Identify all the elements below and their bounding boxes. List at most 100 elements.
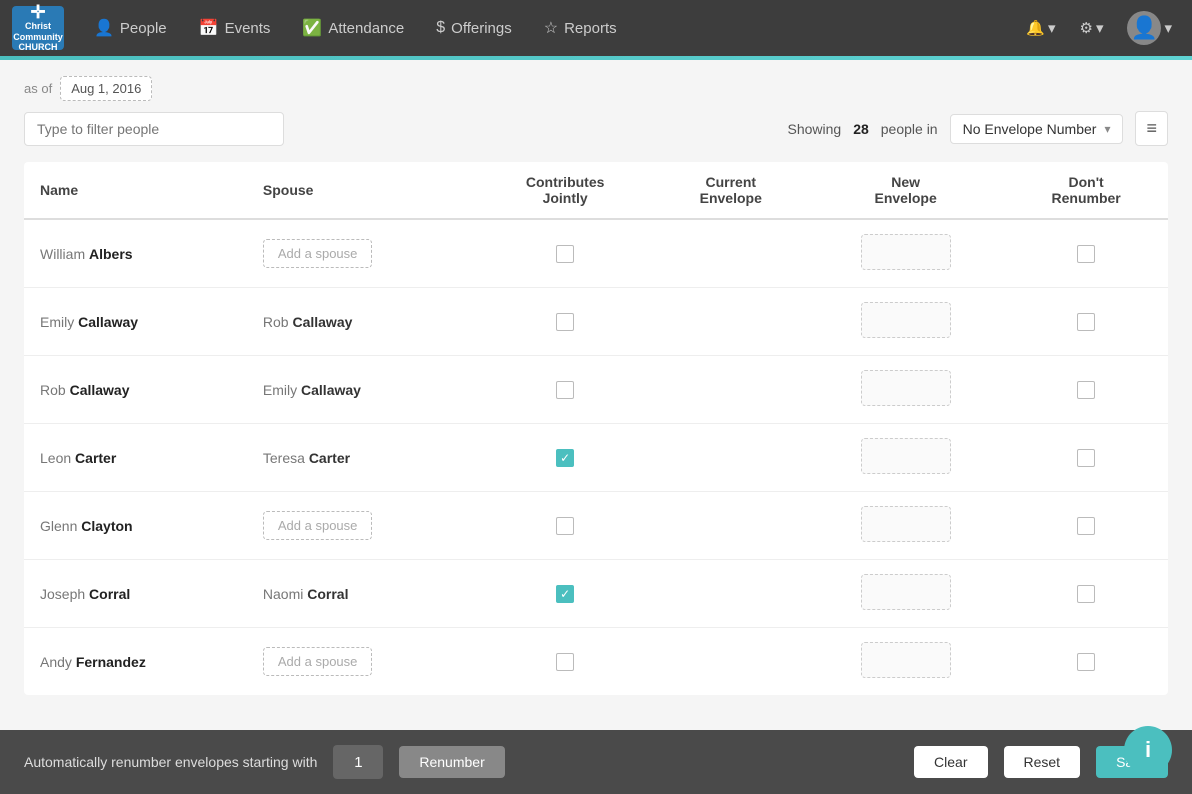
app-logo[interactable]: ✛ ChristCommunityCHURCH <box>12 6 64 50</box>
current-envelope-cell <box>655 288 807 356</box>
current-envelope-cell <box>655 424 807 492</box>
new-envelope-input[interactable] <box>861 506 951 542</box>
main-content: as of Aug 1, 2016 Showing 28 people in N… <box>0 60 1192 794</box>
contributes-jointly-checkbox[interactable] <box>556 449 574 467</box>
menu-icon-button[interactable] <box>1135 111 1168 146</box>
nav-items: 👤 People 📅 Events ✅ Attendance $ Offerin… <box>80 10 1018 46</box>
new-envelope-input[interactable] <box>861 302 951 338</box>
envelope-filter-dropdown[interactable]: No Envelope Number ▾ <box>950 114 1124 144</box>
avatar-caret: ▾ <box>1164 19 1172 37</box>
clear-button[interactable]: Clear <box>914 746 987 778</box>
spouse-cell: Emily Callaway <box>247 356 476 424</box>
person-name-cell: Andy Fernandez <box>24 628 247 696</box>
offerings-icon: $ <box>436 19 445 37</box>
add-spouse-button[interactable]: Add a spouse <box>263 239 373 268</box>
table-header-row: Name Spouse ContributesJointly CurrentEn… <box>24 162 1168 219</box>
starting-number-input[interactable] <box>333 745 383 779</box>
renumber-button[interactable]: Renumber <box>399 746 504 778</box>
dont-renumber-cell <box>1004 628 1168 696</box>
date-row: as of Aug 1, 2016 <box>24 76 1168 101</box>
contributes-jointly-cell <box>476 219 655 288</box>
current-envelope-cell <box>655 356 807 424</box>
dont-renumber-checkbox[interactable] <box>1077 653 1095 671</box>
nav-right: 🔔 ▾ ⚙ ▾ 👤 ▾ <box>1018 5 1180 51</box>
new-envelope-input[interactable] <box>861 642 951 678</box>
col-dont-renumber: Don'tRenumber <box>1004 162 1168 219</box>
col-name: Name <box>24 162 247 219</box>
new-envelope-input[interactable] <box>861 574 951 610</box>
spouse-cell: Add a spouse <box>247 628 476 696</box>
dont-renumber-cell <box>1004 492 1168 560</box>
table-row: Joseph CorralNaomi Corral <box>24 560 1168 628</box>
nav-item-people[interactable]: 👤 People <box>80 10 181 46</box>
contributes-jointly-cell <box>476 424 655 492</box>
table-row: William AlbersAdd a spouse <box>24 219 1168 288</box>
contributes-jointly-checkbox[interactable] <box>556 585 574 603</box>
settings-button[interactable]: ⚙ ▾ <box>1071 13 1111 43</box>
chevron-down-icon: ▾ <box>1104 122 1110 136</box>
person-name-cell: Rob Callaway <box>24 356 247 424</box>
gear-icon: ⚙ <box>1079 19 1092 37</box>
nav-item-reports[interactable]: ☆ Reports <box>530 10 631 46</box>
contributes-jointly-checkbox[interactable] <box>556 245 574 263</box>
logo-text: ChristCommunityCHURCH <box>13 21 63 53</box>
nav-item-offerings[interactable]: $ Offerings <box>422 11 526 45</box>
info-circle-button[interactable]: i <box>1124 726 1172 774</box>
user-avatar-button[interactable]: 👤 ▾ <box>1119 5 1180 51</box>
people-icon: 👤 <box>94 18 114 38</box>
dont-renumber-checkbox[interactable] <box>1077 585 1095 603</box>
new-envelope-input[interactable] <box>861 234 951 270</box>
new-envelope-cell <box>807 628 1004 696</box>
table-row: Leon CarterTeresa Carter <box>24 424 1168 492</box>
nav-item-attendance[interactable]: ✅ Attendance <box>288 10 418 46</box>
dont-renumber-checkbox[interactable] <box>1077 517 1095 535</box>
add-spouse-button[interactable]: Add a spouse <box>263 511 373 540</box>
reset-button[interactable]: Reset <box>1004 746 1081 778</box>
col-contributes: ContributesJointly <box>476 162 655 219</box>
filter-input-wrap <box>24 112 284 146</box>
footer-bar: Automatically renumber envelopes startin… <box>0 730 1192 794</box>
navbar: ✛ ChristCommunityCHURCH 👤 People 📅 Event… <box>0 0 1192 56</box>
bell-caret: ▾ <box>1048 19 1056 37</box>
new-envelope-input[interactable] <box>861 438 951 474</box>
dont-renumber-checkbox[interactable] <box>1077 449 1095 467</box>
showing-suffix: people in <box>881 121 938 137</box>
gear-caret: ▾ <box>1096 19 1104 37</box>
dont-renumber-cell <box>1004 424 1168 492</box>
add-spouse-button[interactable]: Add a spouse <box>263 647 373 676</box>
nav-label-people: People <box>120 20 167 37</box>
bell-icon: 🔔 <box>1026 19 1045 37</box>
footer-label: Automatically renumber envelopes startin… <box>24 754 317 770</box>
spouse-cell: Add a spouse <box>247 492 476 560</box>
table-row: Rob CallawayEmily Callaway <box>24 356 1168 424</box>
contributes-jointly-cell <box>476 288 655 356</box>
contributes-jointly-checkbox[interactable] <box>556 381 574 399</box>
person-name-cell: Glenn Clayton <box>24 492 247 560</box>
spouse-cell: Add a spouse <box>247 219 476 288</box>
dont-renumber-checkbox[interactable] <box>1077 245 1095 263</box>
dont-renumber-checkbox[interactable] <box>1077 313 1095 331</box>
spouse-cell: Naomi Corral <box>247 560 476 628</box>
current-envelope-cell <box>655 219 807 288</box>
person-name-cell: Leon Carter <box>24 424 247 492</box>
as-of-date[interactable]: Aug 1, 2016 <box>60 76 152 101</box>
spouse-cell: Rob Callaway <box>247 288 476 356</box>
reports-icon: ☆ <box>544 18 558 38</box>
filter-row: Showing 28 people in No Envelope Number … <box>24 111 1168 146</box>
col-current-envelope: CurrentEnvelope <box>655 162 807 219</box>
notifications-button[interactable]: 🔔 ▾ <box>1018 13 1063 43</box>
contributes-jointly-checkbox[interactable] <box>556 653 574 671</box>
table-row: Andy Fernandez Add a spouse <box>24 628 1168 696</box>
current-envelope-cell <box>655 560 807 628</box>
person-name-cell: Joseph Corral <box>24 560 247 628</box>
contributes-jointly-cell <box>476 492 655 560</box>
nav-item-events[interactable]: 📅 Events <box>185 10 285 46</box>
contributes-jointly-checkbox[interactable] <box>556 517 574 535</box>
new-envelope-input[interactable] <box>861 370 951 406</box>
search-input[interactable] <box>24 112 284 146</box>
nav-label-offerings: Offerings <box>451 20 512 37</box>
events-icon: 📅 <box>199 18 219 38</box>
contributes-jointly-checkbox[interactable] <box>556 313 574 331</box>
dont-renumber-checkbox[interactable] <box>1077 381 1095 399</box>
nav-label-events: Events <box>225 20 271 37</box>
